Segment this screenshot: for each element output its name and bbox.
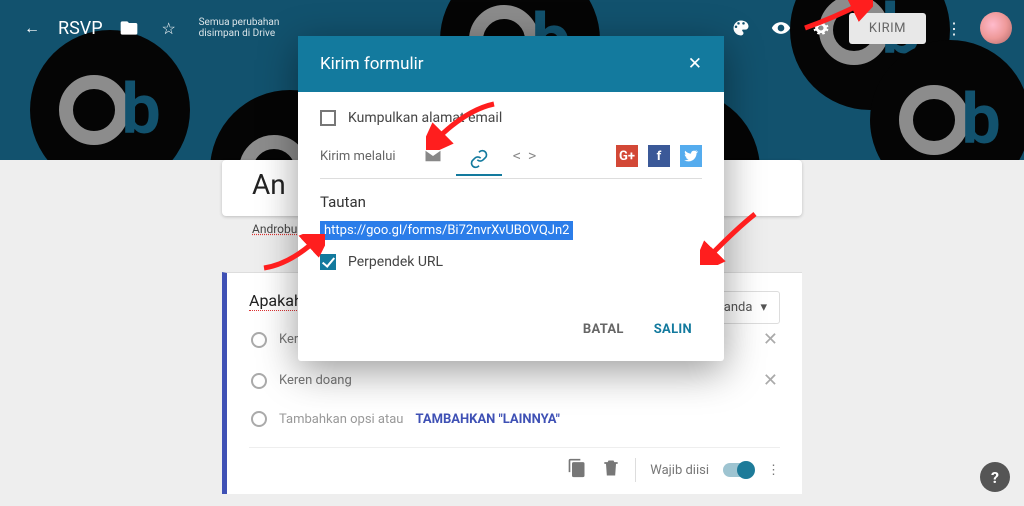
send-form-dialog: Kirim formulir ✕ Kumpulkan alamat email … — [298, 36, 724, 361]
share-twitter-icon[interactable] — [680, 145, 702, 167]
add-option-text[interactable]: Tambahkan opsi atau — [279, 412, 403, 427]
question-overflow-icon[interactable]: ⋮ — [767, 463, 780, 478]
palette-icon[interactable] — [721, 8, 761, 48]
send-via-label: Kirim melalui — [320, 149, 396, 164]
dialog-title: Kirim formulir — [320, 54, 424, 74]
preview-icon[interactable] — [761, 8, 801, 48]
chevron-down-icon: ▾ — [760, 300, 767, 315]
send-tab-embed[interactable]: < > — [502, 140, 548, 172]
radio-icon — [251, 411, 267, 427]
option-label[interactable]: Keren doang — [279, 373, 352, 388]
required-toggle[interactable] — [723, 463, 753, 477]
duplicate-icon[interactable] — [567, 458, 587, 482]
link-section-label: Tautan — [320, 193, 702, 211]
folder-icon[interactable] — [109, 8, 149, 48]
radio-icon — [251, 373, 267, 389]
star-icon[interactable]: ☆ — [149, 8, 189, 48]
annotation-arrow — [803, 0, 873, 33]
share-facebook-icon[interactable]: f — [648, 145, 670, 167]
annotation-arrow — [700, 210, 760, 265]
help-fab[interactable]: ? — [980, 462, 1010, 492]
account-avatar[interactable] — [980, 12, 1012, 44]
close-icon[interactable]: ✕ — [688, 54, 702, 74]
annotation-arrow — [260, 234, 325, 274]
add-other-link[interactable]: TAMBAHKAN "LAINNYA" — [415, 412, 559, 427]
back-arrow-icon[interactable]: ← — [12, 8, 52, 48]
share-url[interactable]: https://goo.gl/forms/Bi72nvrXvUBOVQJn2 — [320, 221, 573, 240]
remove-option-icon[interactable]: ✕ — [763, 370, 778, 391]
radio-icon — [251, 332, 267, 348]
overflow-menu-icon[interactable]: ⋮ — [934, 8, 974, 48]
divider — [635, 458, 636, 482]
collect-emails-checkbox[interactable] — [320, 110, 336, 126]
send-via-tabs: Kirim melalui < > G+ f — [320, 140, 702, 179]
add-option-row[interactable]: Tambahkan opsi atau TAMBAHKAN "LAINNYA" — [249, 401, 780, 437]
copy-button[interactable]: SALIN — [644, 314, 702, 345]
annotation-arrow — [426, 100, 496, 150]
shorten-url-label: Perpendek URL — [348, 254, 443, 270]
option-row[interactable]: Keren doang ✕ — [249, 360, 780, 401]
remove-option-icon[interactable]: ✕ — [763, 329, 778, 350]
delete-icon[interactable] — [601, 458, 621, 482]
form-title-text: An — [252, 168, 286, 201]
share-google-plus-icon[interactable]: G+ — [616, 145, 638, 167]
cancel-button[interactable]: BATAL — [573, 314, 634, 345]
form-title[interactable]: RSVP — [58, 18, 103, 39]
required-label: Wajib diisi — [650, 463, 709, 478]
